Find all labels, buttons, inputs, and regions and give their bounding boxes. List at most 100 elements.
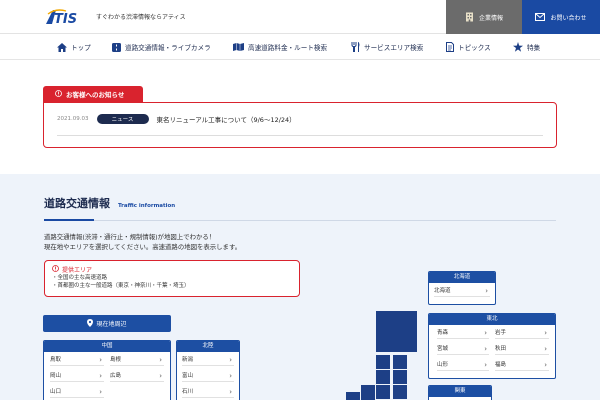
pref-link[interactable]: 福島 › — [495, 359, 549, 371]
pref-label: 新潟 — [182, 357, 194, 363]
chevron-right-icon: › — [544, 361, 547, 369]
chevron-right-icon: › — [159, 356, 162, 364]
region-kanto: 関東 — [428, 385, 492, 400]
atis-logo[interactable]: TIS — [44, 8, 90, 27]
pref-link[interactable]: 宮城 › — [437, 343, 489, 355]
home-icon — [57, 42, 67, 52]
svg-text:TIS: TIS — [54, 12, 77, 26]
info-icon — [55, 89, 62, 99]
pref-label: 山形 — [437, 362, 449, 368]
info-icon — [52, 265, 59, 274]
pref-link[interactable]: 北海道 › — [434, 285, 490, 297]
star-icon — [513, 42, 523, 52]
pref-label: 青森 — [437, 330, 449, 336]
current-location-button[interactable]: 現在地周辺 — [43, 315, 171, 332]
map-icon — [233, 43, 244, 51]
nav-label: トップ — [71, 44, 91, 52]
coverage-area-box: 提供エリア ・全国の主な高速道路 ・首都圏の主な一般道路（東京・神奈川・千葉・埼… — [44, 260, 300, 297]
pref-link[interactable]: 石川 › — [182, 386, 234, 398]
nav-label: 高速道路料金・ルート検索 — [248, 44, 328, 52]
chevron-right-icon: › — [484, 329, 487, 337]
notice-tab-label: お客様へのお知らせ — [66, 91, 125, 99]
customer-notice: お客様へのお知らせ 2021.09.03 ニュース 東名リニューアル工事について… — [43, 86, 557, 148]
corporate-info-button[interactable]: 企業情報 — [446, 0, 522, 34]
site-tagline: すぐわかる渋滞情報ならアティス — [96, 14, 186, 21]
contact-label: お問い合わせ — [550, 14, 587, 22]
map-block[interactable] — [376, 355, 390, 369]
section-title: 道路交通情報 Traffic information — [44, 195, 175, 211]
chevron-right-icon: › — [544, 329, 547, 337]
contact-button[interactable]: お問い合わせ — [522, 0, 600, 34]
nav-item-top[interactable]: トップ — [57, 34, 91, 60]
map-block[interactable] — [376, 370, 390, 384]
pref-link[interactable]: 山口 › — [50, 386, 104, 398]
pref-label: 秋田 — [495, 346, 507, 352]
pref-link[interactable]: 岡山 › — [50, 370, 104, 382]
map-block[interactable] — [346, 392, 360, 400]
section-description: 道路交通情報(渋滞・通行止・規制情報)が地図上でわかる！ 現在地やエリアを選択し… — [44, 232, 241, 252]
description-line: 現在地やエリアを選択してください。高速道路の地図を表示します。 — [44, 243, 242, 251]
coverage-area-heading: 提供エリア — [52, 265, 292, 274]
map-block-hokkaido[interactable] — [376, 311, 417, 352]
notice-tab: お客様へのお知らせ — [43, 86, 143, 102]
pref-label: 広島 — [110, 373, 122, 379]
nav-label: トピックス — [458, 44, 491, 52]
notice-title-link[interactable]: 東名リニューアル工事について（9/6～12/24） — [157, 114, 296, 124]
chevron-right-icon: › — [99, 372, 102, 380]
site-header: TIS すぐわかる渋滞情報ならアティス 企業情報 お問い合わせ — [0, 0, 600, 34]
pref-label: 北海道 — [434, 288, 451, 294]
pref-link[interactable]: 富山 › — [182, 370, 234, 382]
notice-category-badge: ニュース — [96, 114, 149, 124]
pref-link[interactable]: 秋田 › — [495, 343, 549, 355]
building-icon — [465, 12, 474, 22]
chevron-right-icon: › — [484, 345, 487, 353]
divider — [57, 135, 543, 136]
map-block[interactable] — [393, 370, 407, 384]
nav-label: サービスエリア検索 — [364, 44, 424, 52]
chevron-right-icon: › — [485, 287, 488, 295]
nav-label: 道路交通情報・ライブカメラ — [125, 44, 211, 52]
pref-link[interactable]: 岩手 › — [495, 327, 549, 339]
chevron-right-icon: › — [544, 345, 547, 353]
notice-item[interactable]: 2021.09.03 ニュース 東名リニューアル工事について（9/6～12/24… — [57, 113, 543, 125]
nav-item-toll-route[interactable]: 高速道路料金・ルート検索 — [233, 34, 327, 60]
pref-link[interactable]: 青森 › — [437, 327, 489, 339]
road-icon — [112, 42, 121, 52]
notice-date: 2021.09.03 — [57, 116, 89, 122]
pref-link[interactable]: 鳥取 › — [50, 354, 104, 366]
map-block[interactable] — [393, 385, 407, 399]
pref-label: 岡山 — [50, 373, 62, 379]
pref-label: 鳥取 — [50, 357, 62, 363]
main-nav: トップ 道路交通情報・ライブカメラ 高速道路料金・ルート検索 サービスエリア検索… — [0, 34, 600, 60]
pref-label: 山口 — [50, 389, 62, 395]
map-block[interactable] — [393, 355, 407, 369]
chevron-right-icon: › — [99, 388, 102, 396]
pref-link[interactable]: 広島 › — [110, 370, 164, 382]
nav-item-service-area[interactable]: サービスエリア検索 — [351, 34, 423, 60]
map-block[interactable] — [361, 385, 375, 400]
nav-item-road-traffic[interactable]: 道路交通情報・ライブカメラ — [112, 34, 211, 60]
map-block[interactable] — [376, 385, 390, 399]
traffic-info-section: 道路交通情報 Traffic information 道路交通情報(渋滞・通行止… — [0, 174, 600, 400]
description-line: 道路交通情報(渋滞・通行止・規制情報)が地図上でわかる！ — [44, 233, 216, 241]
chevron-right-icon: › — [229, 388, 232, 396]
location-pin-icon — [87, 318, 94, 329]
nav-item-features[interactable]: 特集 — [513, 34, 540, 60]
pref-link[interactable]: 島根 › — [110, 354, 164, 366]
nav-label: 特集 — [527, 44, 541, 52]
region-heading: 東北 — [429, 314, 555, 325]
nav-item-topics[interactable]: トピックス — [446, 34, 491, 60]
region-hokkaido: 北海道 北海道 › — [428, 271, 496, 305]
pref-label: 石川 — [182, 389, 194, 395]
section-title-ja: 道路交通情報 — [44, 197, 110, 210]
chevron-right-icon: › — [229, 356, 232, 364]
region-heading: 中国 — [44, 341, 170, 352]
coverage-area-item: ・首都圏の主な一般道路（東京・神奈川・千葉・埼玉） — [52, 283, 190, 289]
pref-label: 島根 — [110, 357, 122, 363]
pref-label: 岩手 — [495, 330, 507, 336]
pref-link[interactable]: 新潟 › — [182, 354, 234, 366]
chevron-right-icon: › — [484, 361, 487, 369]
pref-label: 福島 — [495, 362, 507, 368]
divider — [94, 219, 556, 221]
pref-link[interactable]: 山形 › — [437, 359, 489, 371]
